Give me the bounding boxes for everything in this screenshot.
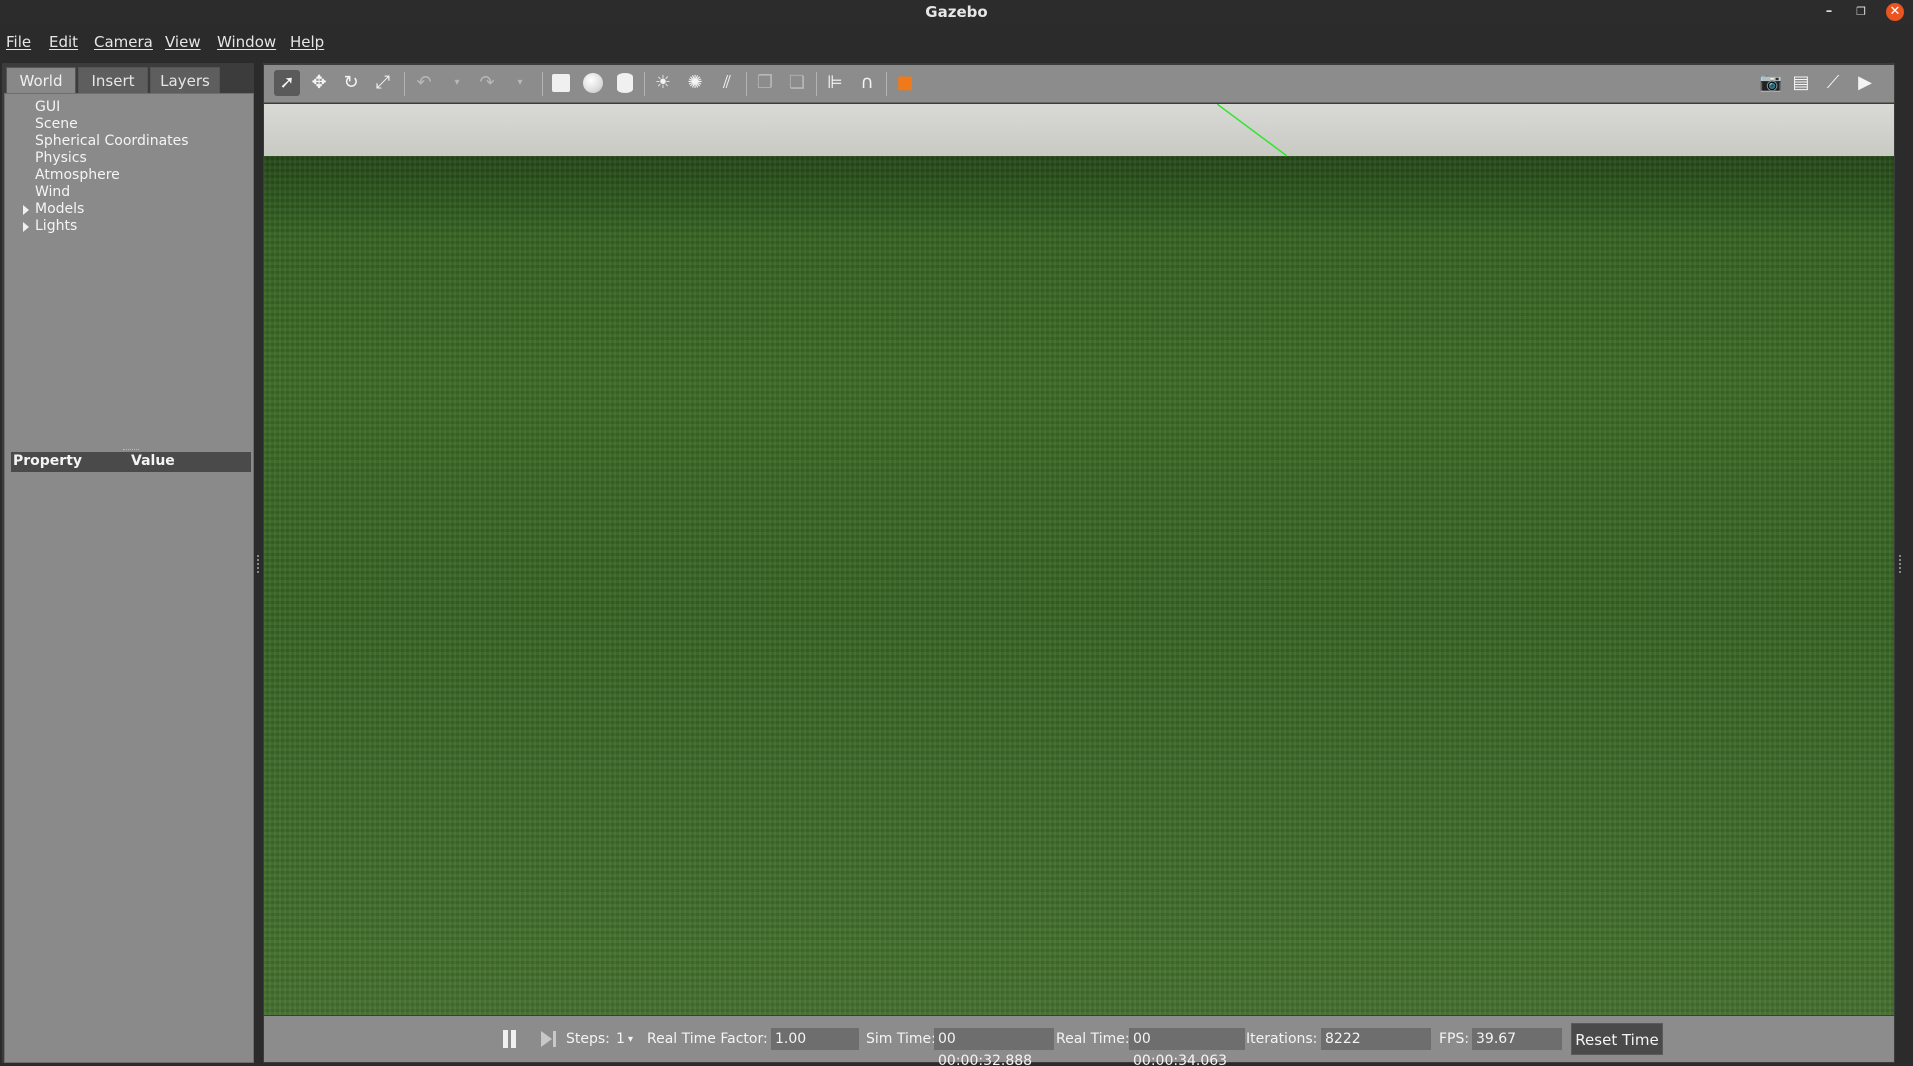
toolbar: ➚ ✥ ↻ ⤢ ↶ ▾ ↷ ▾ ☀ ✺ ⫽ ❐ ❏ ⊫ ∩ ■ 📷 ▤ ⟋ ▶ [264,65,1894,103]
snap-icon[interactable]: ∩ [854,70,880,96]
sim-time-label: Sim Time: [866,1031,936,1047]
splitter-handle[interactable] [123,449,139,451]
steps-value[interactable]: 1 [616,1031,625,1047]
menu-view[interactable]: View [165,33,201,51]
main-area: ➚ ✥ ↻ ⤢ ↶ ▾ ↷ ▾ ☀ ✺ ⫽ ❐ ❏ ⊫ ∩ ■ 📷 ▤ ⟋ ▶ [263,63,1895,1066]
point-light-icon[interactable]: ☀ [650,70,676,96]
tree-item-scene[interactable]: Scene [35,116,78,132]
rtf-value: 1.00 [771,1028,859,1050]
steps-label: Steps: [566,1031,610,1047]
translate-mode-icon[interactable]: ✥ [306,70,332,96]
tree-item-wind[interactable]: Wind [35,184,70,200]
left-panel: World Insert Layers GUI Scene Spherical … [2,63,254,1063]
scale-mode-icon[interactable]: ⤢ [370,70,396,96]
world-tree: GUI Scene Spherical Coordinates Physics … [4,93,254,1063]
real-time-label: Real Time: [1056,1031,1130,1047]
toolbar-separator [644,72,645,96]
window-title: Gazebo [925,3,988,21]
copy-icon[interactable]: ❐ [752,70,778,96]
plot-icon[interactable]: ⟋ [1820,70,1846,96]
value-column-header: Value [131,453,175,469]
tree-item-lights[interactable]: Lights [35,218,77,234]
menu-file[interactable]: File [6,33,31,51]
minimize-icon[interactable]: – [1820,3,1838,21]
spot-light-icon[interactable]: ✺ [682,70,708,96]
redo-history-icon[interactable]: ▾ [513,70,527,96]
close-icon[interactable]: ✕ [1886,3,1904,21]
tree-item-gui[interactable]: GUI [35,99,60,115]
menu-bar: File Edit Camera View Window Help [0,25,1913,60]
fps-label: FPS: [1439,1031,1470,1047]
toolbar-separator [542,72,543,96]
axis-line [1217,104,1287,157]
iterations-value: 8222 [1321,1028,1431,1050]
rtf-label: Real Time Factor: [647,1031,768,1047]
left-panel-resize-handle[interactable] [257,555,259,573]
expand-arrow-icon[interactable] [23,205,29,215]
sky [264,104,1894,156]
pause-icon[interactable] [503,1030,517,1048]
tab-world[interactable]: World [6,67,76,93]
cylinder-shape-icon[interactable] [612,70,638,96]
right-panel-resize-handle[interactable] [1899,555,1901,573]
ground-plane [264,156,1894,1015]
tree-item-models[interactable]: Models [35,201,84,217]
paste-icon[interactable]: ❏ [784,70,810,96]
property-column-header: Property [13,453,83,469]
sphere-shape-icon[interactable] [580,70,606,96]
toolbar-separator [746,72,747,96]
view-angle-icon[interactable]: ■ [892,70,918,96]
rotate-mode-icon[interactable]: ↻ [338,70,364,96]
real-time-value: 00 00:00:34.063 [1129,1028,1245,1066]
expand-arrow-icon[interactable] [23,222,29,232]
undo-icon[interactable]: ↶ [411,70,437,96]
menu-edit[interactable]: Edit [49,33,78,51]
screenshot-icon[interactable]: 📷 [1758,70,1784,96]
steps-dropdown-icon[interactable]: ▾ [628,1034,633,1045]
bottom-bar: Steps: 1 ▾ Real Time Factor: 1.00 Sim Ti… [264,1016,1894,1066]
toolbar-separator [886,72,887,96]
toolbar-separator [816,72,817,96]
menu-window[interactable]: Window [217,33,276,51]
fps-value: 39.67 [1472,1028,1562,1050]
redo-icon[interactable]: ↷ [474,70,500,96]
step-icon[interactable] [541,1030,559,1048]
menu-help[interactable]: Help [290,33,324,51]
reset-time-button[interactable]: Reset Time [1571,1023,1663,1055]
video-record-icon[interactable]: ▶ [1852,70,1878,96]
align-icon[interactable]: ⊫ [822,70,848,96]
log-icon[interactable]: ▤ [1788,70,1814,96]
box-shape-icon[interactable] [548,70,574,96]
maximize-icon[interactable]: ❐ [1852,3,1870,21]
toolbar-separator [404,72,405,96]
tab-insert[interactable]: Insert [78,67,148,93]
tree-item-physics[interactable]: Physics [35,150,87,166]
property-table-header: Property Value [11,452,251,472]
tree-item-atmosphere[interactable]: Atmosphere [35,167,120,183]
iterations-label: Iterations: [1246,1031,1318,1047]
title-bar: Gazebo – ❐ ✕ [0,0,1913,25]
tree-item-spherical-coordinates[interactable]: Spherical Coordinates [35,133,189,149]
undo-history-icon[interactable]: ▾ [450,70,464,96]
menu-camera[interactable]: Camera [94,33,153,51]
select-mode-icon[interactable]: ➚ [274,70,300,96]
3d-viewport[interactable] [264,104,1894,1015]
directional-light-icon[interactable]: ⫽ [714,70,740,96]
sim-time-value: 00 00:00:32.888 [934,1028,1054,1066]
tab-layers[interactable]: Layers [150,67,220,93]
